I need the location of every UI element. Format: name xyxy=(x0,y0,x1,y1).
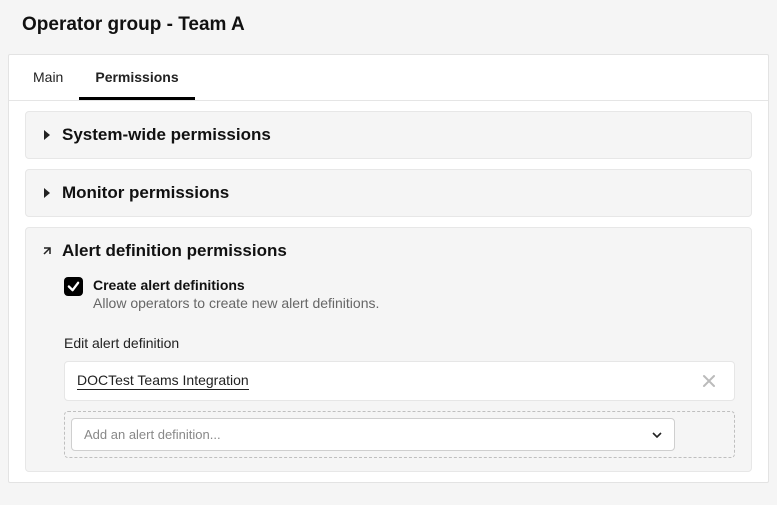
content-card: Main Permissions System-wide permissions… xyxy=(8,54,769,483)
panel-title: Alert definition permissions xyxy=(62,241,287,261)
tabs: Main Permissions xyxy=(9,55,768,101)
create-alert-definitions-label: Create alert definitions xyxy=(93,277,379,293)
panel-system-wide-permissions: System-wide permissions xyxy=(25,111,752,159)
chevron-right-icon xyxy=(42,130,52,140)
create-alert-definitions-description: Allow operators to create new alert defi… xyxy=(93,295,379,311)
panel-body-alert-def: Create alert definitions Allow operators… xyxy=(42,277,735,458)
create-alert-definitions-row: Create alert definitions Allow operators… xyxy=(64,277,735,311)
page-title: Operator group - Team A xyxy=(0,0,777,54)
edit-alert-definition-label: Edit alert definition xyxy=(64,335,735,351)
add-alert-definition-select[interactable]: Add an alert definition... xyxy=(71,418,675,451)
panel-header-monitor[interactable]: Monitor permissions xyxy=(42,183,735,203)
chevron-right-icon xyxy=(42,188,52,198)
tab-permissions[interactable]: Permissions xyxy=(79,55,194,100)
alert-definition-item-link[interactable]: DOCTest Teams Integration xyxy=(77,372,249,390)
panel-header-system-wide[interactable]: System-wide permissions xyxy=(42,125,735,145)
panel-title: Monitor permissions xyxy=(62,183,229,203)
panel-header-alert-def[interactable]: Alert definition permissions xyxy=(42,241,735,261)
add-alert-definition-placeholder: Add an alert definition... xyxy=(84,427,221,442)
chevron-down-icon xyxy=(652,432,662,438)
add-alert-definition-container: Add an alert definition... xyxy=(64,411,735,458)
tab-main[interactable]: Main xyxy=(17,55,79,100)
panel-alert-definition-permissions: Alert definition permissions Create aler… xyxy=(25,227,752,472)
alert-definition-item-row: DOCTest Teams Integration xyxy=(64,361,735,401)
panel-title: System-wide permissions xyxy=(62,125,271,145)
remove-alert-definition-button[interactable] xyxy=(696,372,722,390)
panel-monitor-permissions: Monitor permissions xyxy=(25,169,752,217)
chevron-down-open-icon xyxy=(42,246,52,256)
create-alert-definitions-checkbox[interactable] xyxy=(64,277,83,296)
